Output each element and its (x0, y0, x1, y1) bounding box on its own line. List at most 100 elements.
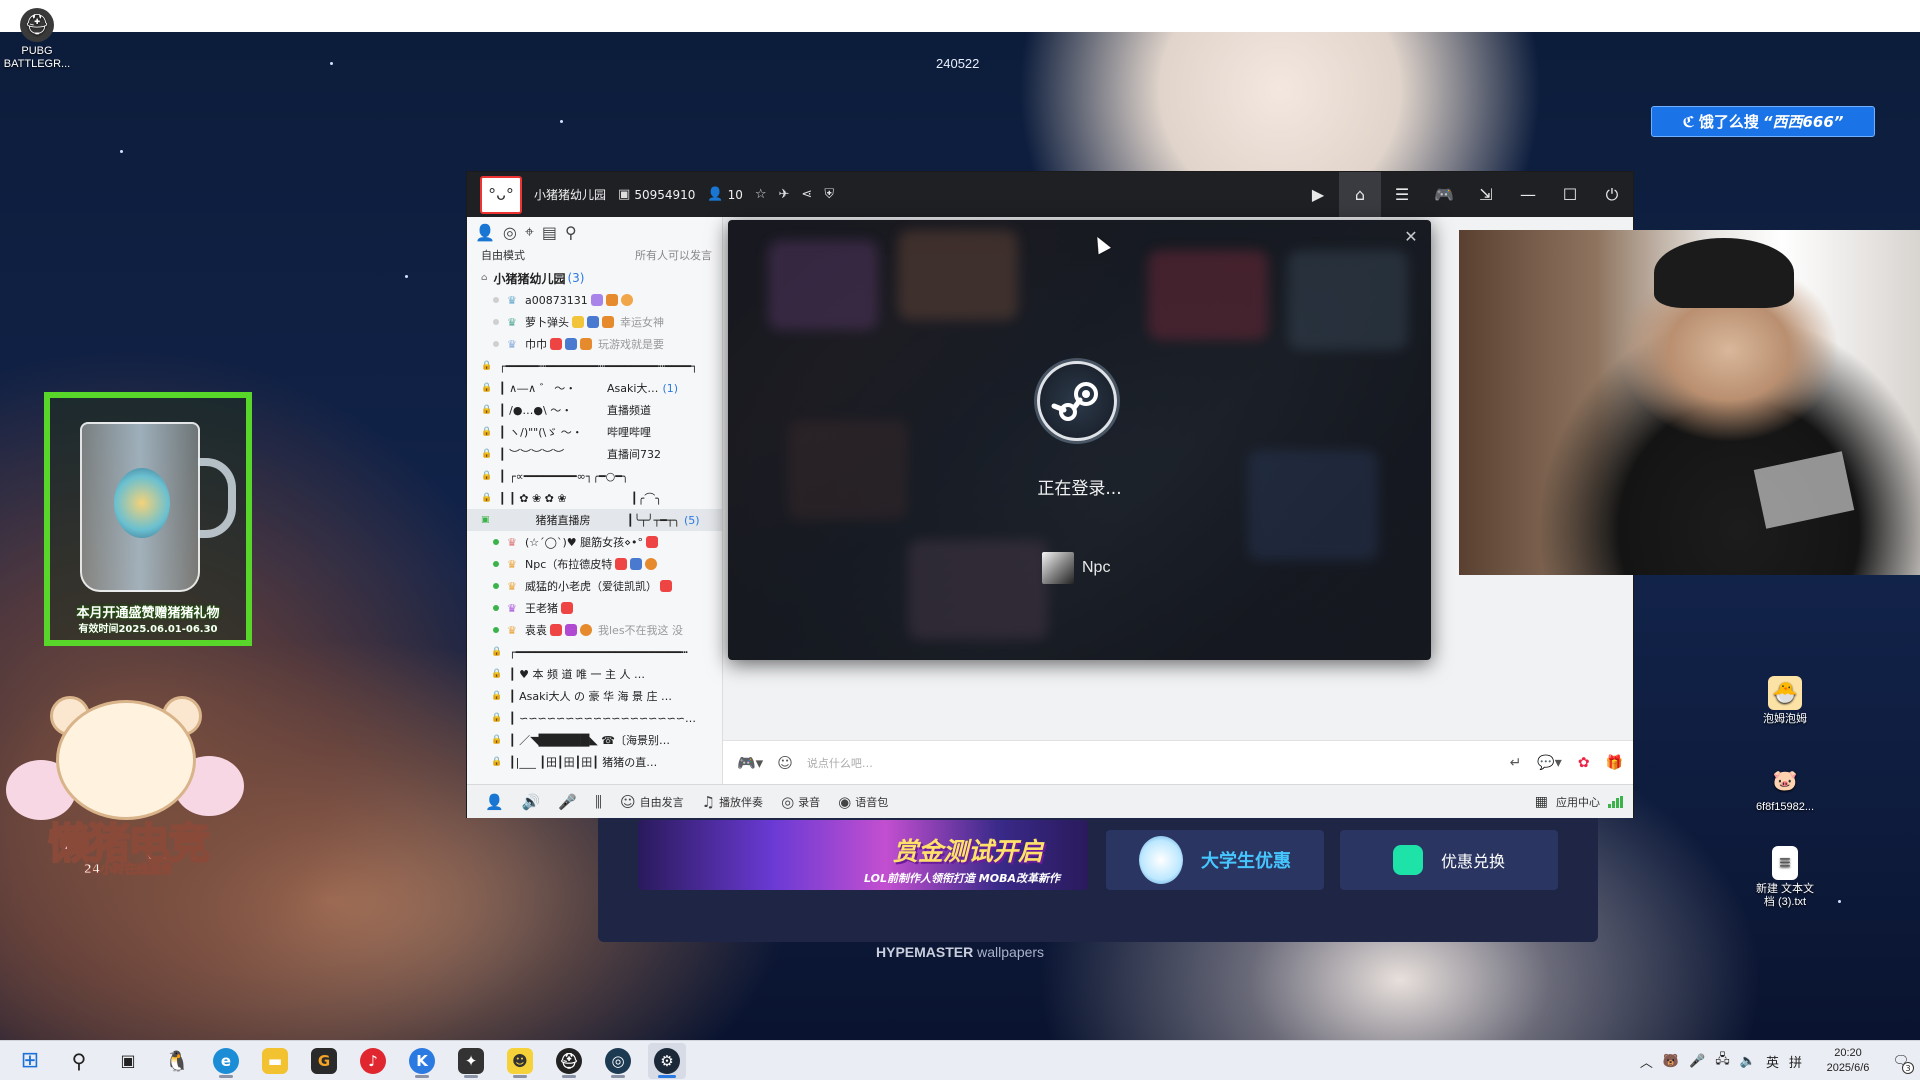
home-icon[interactable]: ⌂ (1339, 172, 1381, 217)
wallpaper-star (1838, 900, 1841, 903)
student-discount-button[interactable]: 大学生优惠 (1106, 830, 1324, 890)
member-row[interactable]: ♛ a00873131 (467, 289, 722, 311)
chat-input[interactable]: 说点什么吧… (807, 755, 873, 771)
webcam-person-bandana (1654, 238, 1794, 308)
deco-channel-row[interactable]: 🔒 ┃ /●…●\ ～・ 直播频道 (467, 399, 722, 421)
free-speak-button[interactable]: ☺ 自由发言 (620, 793, 684, 811)
taskbar-kook[interactable]: K (403, 1043, 441, 1079)
taskbar-edge[interactable]: e (207, 1043, 245, 1079)
speech-bubble-icon[interactable]: 💬▾ (1537, 755, 1561, 771)
free-speak-label: 自由发言 (639, 795, 684, 809)
lock-icon: 🔒 (491, 691, 503, 701)
video-icon[interactable]: ▶ (1297, 172, 1339, 217)
taskbar-steam[interactable]: ⚙ (648, 1042, 686, 1079)
share-icon[interactable]: ⋖ (801, 187, 812, 202)
ime-mode-icon[interactable]: 拼 (1789, 1052, 1802, 1071)
redeem-discount-button[interactable]: 优惠兑换 (1340, 830, 1558, 890)
game-promo-banner[interactable]: 赏金测试开启 LOL前制作人领衔打造 MOBA改革新作 (638, 820, 1088, 890)
emoji-search-icon[interactable]: ☺ (777, 754, 793, 772)
maximize-icon[interactable]: ☐ (1549, 172, 1591, 217)
notes-icon[interactable]: ▤ (542, 223, 557, 242)
app-center-label[interactable]: 应用中心 (1556, 794, 1600, 810)
volume-icon[interactable]: 🔈 (1740, 1054, 1756, 1069)
desktop-icon-label: 泡姆泡姆 (1763, 713, 1807, 725)
gamepad-icon[interactable]: 🎮 (1423, 172, 1465, 217)
live-member-row[interactable]: ♛ 威猛的小老虎（爱徒凯凯） (467, 575, 722, 597)
chat-icon[interactable]: ◎ (503, 223, 517, 242)
selected-channel-row[interactable]: ▣ 猪猪直播房 ┃╰┬╯┬━┬╮ (5) (467, 509, 722, 531)
desktop-icon-pubg[interactable]: ⛑ PUBG BATTLEGR... (0, 8, 76, 71)
taskbar-netease-music[interactable]: ♪ (354, 1043, 392, 1079)
app-grid-icon[interactable]: ▦ (1535, 794, 1548, 810)
enter-icon[interactable]: ↵ (1510, 755, 1522, 771)
tray-bear-icon[interactable]: 🐻 (1663, 1054, 1679, 1069)
network-icon[interactable]: 🖧 (1715, 1050, 1730, 1072)
search-icon[interactable]: ⚲ (565, 223, 577, 242)
voice-pack-button[interactable]: ◉ 语音包 (838, 793, 888, 811)
live-member-row[interactable]: ♛ 王老猪 (467, 597, 722, 619)
notification-center-button[interactable]: 🗨 3 (1890, 1050, 1914, 1074)
live-member-row[interactable]: ♛ (☆´◯`)♥ 腿筋女孩⋄•° (467, 531, 722, 553)
speaker-button[interactable]: 🔊 (522, 793, 541, 811)
room-avatar[interactable]: °ᴗ° (480, 175, 522, 214)
clock[interactable]: 20:20 2025/6/6 (1816, 1046, 1880, 1076)
tray-microphone-icon[interactable]: 🎤 (1689, 1054, 1705, 1069)
deco-channel-row[interactable]: 🔒 ┃|___ ┃田┃田┃田┃ 猪猪の直… (467, 751, 722, 773)
record-button[interactable]: ◎ 录音 (781, 793, 820, 811)
close-icon[interactable]: ✕ (1401, 226, 1421, 246)
lock-icon: 🔒 (481, 449, 493, 459)
taskbar-app-g[interactable]: G (305, 1043, 343, 1079)
deco-channel-row[interactable]: 🔒 ┃ Asaki大人 の 豪 华 海 景 庄 … (467, 685, 722, 707)
deco-channel-row[interactable]: 🔒 ┌━━━━━━━━━━━━━━━━━━━━━━━━━┅ (467, 641, 722, 663)
deco-right: 哔哩哔哩 (607, 426, 651, 439)
live-member-row[interactable]: ♛ 袁袁 我les不在我这 没 (467, 619, 722, 641)
task-view-button[interactable]: ▣ (109, 1043, 147, 1079)
taskbar-qq[interactable]: 🐧 (158, 1043, 196, 1079)
list-icon[interactable]: ☰ (1381, 172, 1423, 217)
deco-channel-row[interactable]: 🔒 ┃ ∧―∧ ゛ ～・ Asaki大… (1) (467, 377, 722, 399)
taskbar-obs[interactable]: ✦ (452, 1043, 490, 1079)
deco-channel-row[interactable]: 🔒 ┃ ヽ/)""(\ゞ ～・ 哔哩哔哩 (467, 421, 722, 443)
desktop-icon-image[interactable]: 🐷 6f8f15982... (1746, 764, 1824, 814)
play-music-button[interactable]: ♫ 播放伴奏 (702, 793, 763, 811)
taskbar-pubg-launcher[interactable]: ⛑ (550, 1043, 588, 1079)
desktop-icon-textfile[interactable]: ≡ 新建 文本文 档 (3).txt (1746, 846, 1824, 909)
member-row[interactable]: ♛ 萝卜弹头 幸运女神 (467, 311, 722, 333)
plane-icon[interactable]: ✈ (779, 187, 790, 202)
chevron-up-icon[interactable]: ︿ (1640, 1052, 1653, 1071)
start-button[interactable]: ⊞ (11, 1043, 49, 1079)
deco-channel-row[interactable]: 🔒 ┃ ┌∝━━━━━━━━∞┐╭━○━╮ (467, 465, 722, 487)
gamepad-emote-icon[interactable]: 🎮▾ (737, 754, 763, 772)
microphone-button[interactable]: 🎤 (558, 793, 577, 811)
speak-mode-label: 自由模式 (481, 249, 525, 262)
user-avatar-button[interactable]: 👤 (485, 793, 504, 811)
mixer-button[interactable]: ⫼ (595, 793, 602, 811)
search-button[interactable]: ⚲ (60, 1043, 98, 1079)
minimize-icon[interactable]: — (1507, 172, 1549, 217)
status-dot (493, 539, 499, 545)
flower-gift-icon[interactable]: ✿ (1578, 755, 1590, 771)
channel-root[interactable]: ⌂ 小猪猪幼儿园 (3) (467, 267, 722, 289)
member-row[interactable]: ♛ 巾巾 玩游戏就是要 (467, 333, 722, 355)
taskbar-yy[interactable]: ☻ (501, 1043, 539, 1079)
running-indicator (611, 1074, 625, 1078)
pin-icon[interactable]: ⇲ (1465, 172, 1507, 217)
favorite-star-icon[interactable]: ☆ (755, 187, 767, 202)
deco-channel-row[interactable]: 🔒 ┃ ／◥██████◣ ☎〔海景别… (467, 729, 722, 751)
deco-channel-row[interactable]: 🔒 ┌━━━━━┅━━━━━━━━┅━━━━━━━━┅━━━━┐ (467, 355, 722, 377)
taskbar-battle-app[interactable]: ◎ (599, 1043, 637, 1079)
gift-box-icon[interactable]: 🎁 (1606, 755, 1623, 771)
friends-icon[interactable]: 👤 (475, 223, 495, 242)
deco-channel-row[interactable]: 🔒 ┃ ︶︶︶︶︶ 直播间732 (467, 443, 722, 465)
power-icon[interactable]: ⏻ (1591, 172, 1633, 217)
ime-language[interactable]: 英 (1766, 1052, 1779, 1071)
deco-channel-row[interactable]: 🔒 ┃ ┃ ✿ ❀ ✿ ❀ ┃╭⌒╮ (467, 487, 722, 509)
live-member-row[interactable]: ♛ Npc（布拉德皮特 (467, 553, 722, 575)
status-dot (493, 319, 499, 325)
desktop-icon-paopao[interactable]: 🐣 泡姆泡姆 (1746, 676, 1824, 726)
shield-icon[interactable]: ⛨ (824, 187, 834, 202)
deco-channel-row[interactable]: 🔒 ┃ ♥ 本 频 道 唯 一 主 人 … (467, 663, 722, 685)
location-icon[interactable]: ⌖ (525, 222, 534, 242)
deco-channel-row[interactable]: 🔒 ┃ ∽∽∽∽∽∽∽∽∽∽∽∽∽∽∽∽∽∽… (467, 707, 722, 729)
taskbar-explorer[interactable]: ▬ (256, 1043, 294, 1079)
